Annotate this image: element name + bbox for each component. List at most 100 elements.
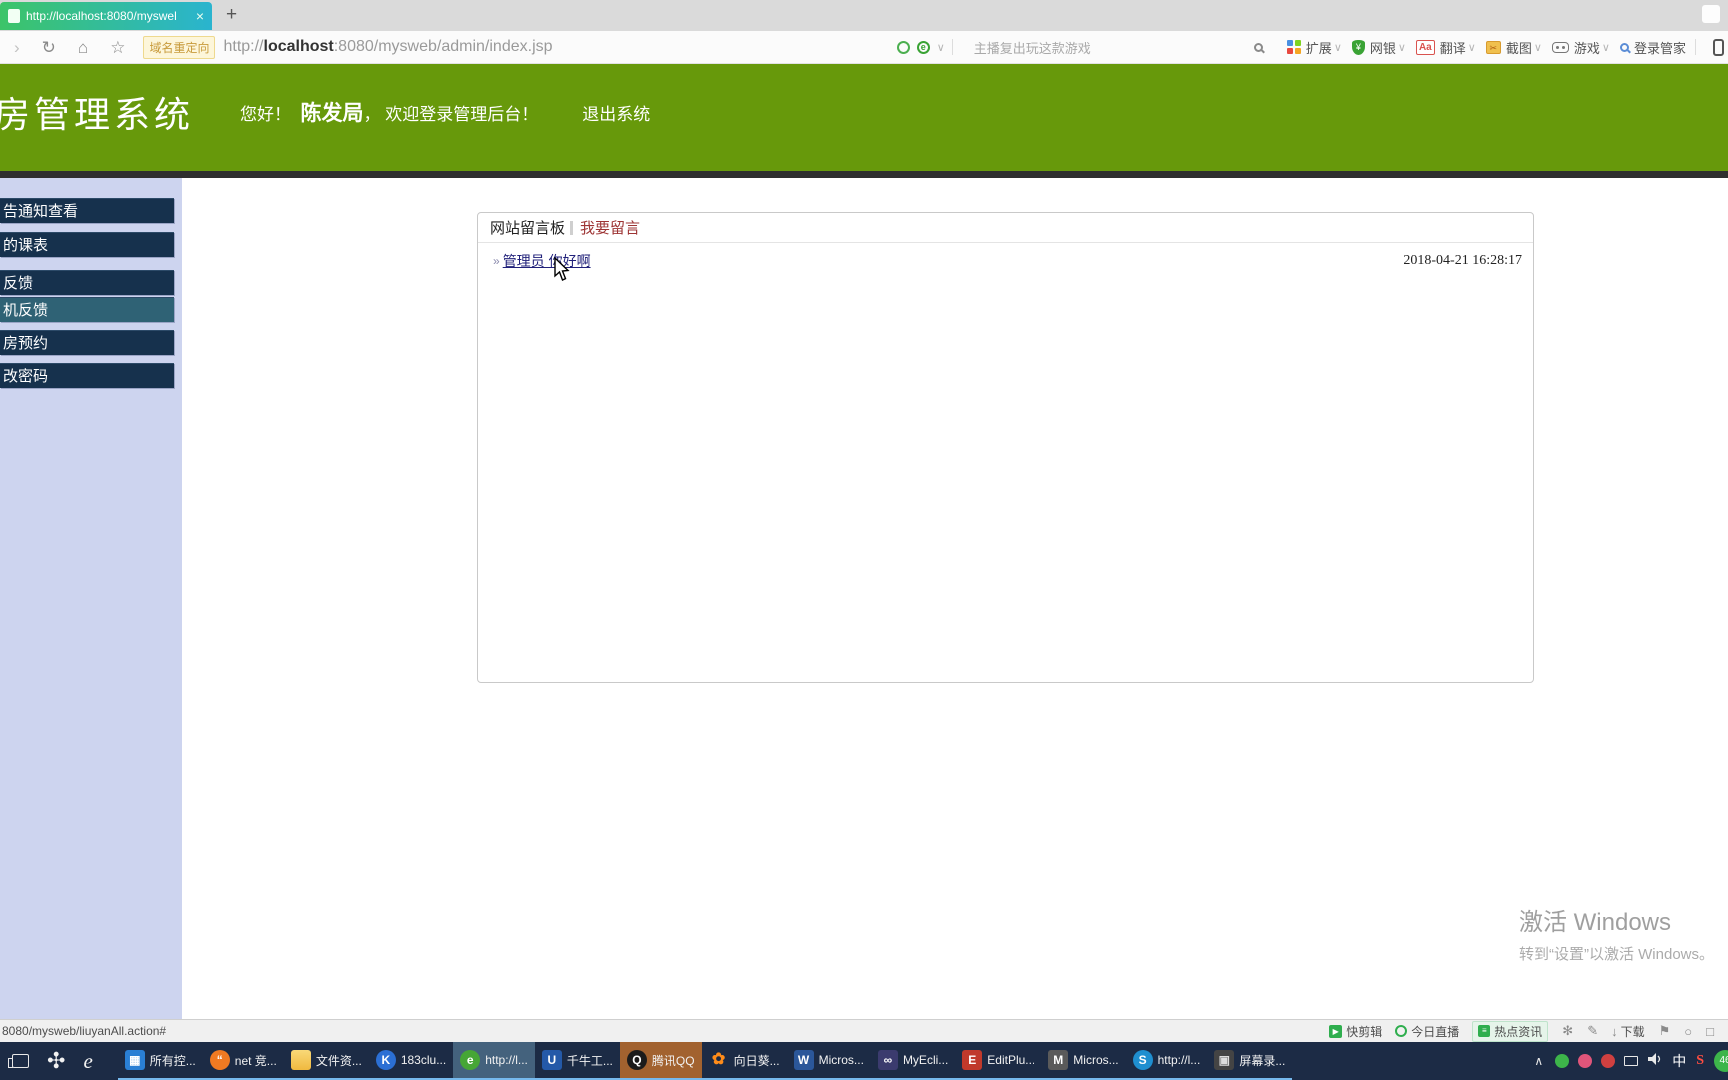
mode-chevron-icon[interactable]: ∨ <box>937 41 945 54</box>
app-icon: U <box>541 1050 562 1070</box>
task-view-button[interactable] <box>8 1054 29 1068</box>
taskbar-app-myeclipse[interactable]: ∞ MyEcli... <box>870 1042 956 1080</box>
greeting-suffix: ， 欢迎登录管理后台！ <box>363 105 539 124</box>
windows-activation-watermark: 激活 Windows 转到“设置”以激活 Windows。 <box>1519 902 1714 964</box>
editplus-icon: E <box>962 1050 983 1070</box>
sunflower-icon: ✿ <box>711 1051 726 1068</box>
translate-label: 翻译 <box>1439 40 1466 56</box>
browser-tab[interactable]: http://localhost:8080/myswel × <box>0 2 212 30</box>
sidebar-toggle-icon[interactable]: □ <box>1706 1024 1714 1039</box>
taskbar-app-qq[interactable]: Q 腾讯QQ <box>619 1042 702 1080</box>
domain-redirect-badge[interactable]: 域名重定向 <box>143 35 216 59</box>
bank-label: 网银 <box>1369 40 1396 56</box>
sidebar-item-machine-feedback[interactable]: 机反馈 <box>0 297 174 322</box>
pen-icon[interactable]: ✎ <box>1587 1023 1598 1039</box>
search-input[interactable]: 主播复出玩这款游戏 <box>974 38 1254 57</box>
taskbar-app-sunflower[interactable]: ✿ 向日葵... <box>701 1042 787 1080</box>
bookmark-star-icon[interactable]: ☆ <box>110 39 125 56</box>
taskbar-app-file-explorer[interactable]: 文件资... <box>283 1042 369 1080</box>
taskbar-app-control-panel[interactable]: ▦ 所有控... <box>117 1042 203 1080</box>
tray-volume-icon[interactable] <box>1648 1052 1662 1070</box>
download-icon: ↓ <box>1611 1023 1618 1039</box>
speedup-ball[interactable]: 46 <box>1714 1050 1728 1072</box>
chevron-down-icon[interactable]: ∨ <box>1602 41 1610 54</box>
chevron-down-icon[interactable]: ∨ <box>1468 41 1476 54</box>
folder-icon <box>290 1050 311 1070</box>
tray-green-icon[interactable] <box>1555 1054 1570 1068</box>
home-button[interactable]: ⌂ <box>78 39 88 56</box>
login-manager-button[interactable]: 登录管家 <box>1619 38 1688 57</box>
adblock-icon[interactable] <box>896 40 910 54</box>
taskbar-app-microsoft[interactable]: M Micros... <box>1041 1042 1126 1080</box>
fan-icon[interactable]: ✻ <box>1562 1023 1573 1039</box>
taskbar-app-browser2[interactable]: Shttp://l... <box>1125 1042 1208 1080</box>
username: 陈发局 <box>300 102 364 125</box>
taskbar-app-qianniu[interactable]: U 千牛工... <box>534 1042 620 1080</box>
tray-red-icon[interactable] <box>1601 1054 1616 1068</box>
sidebar-item-timetable[interactable]: 的课表 <box>0 232 174 257</box>
bullet-icon: » <box>493 254 500 268</box>
app-icon: ▦ <box>124 1050 145 1070</box>
360-browser-icon[interactable]: ✣ <box>47 1050 65 1072</box>
quick-edit-button[interactable]: ▶ 快剪辑 <box>1329 1023 1382 1040</box>
live-label: 今日直播 <box>1411 1024 1460 1039</box>
tabbar-corner-icon[interactable] <box>1702 5 1720 23</box>
divider <box>1695 39 1696 55</box>
taskbar-app-net[interactable]: “net 竞... <box>202 1042 284 1080</box>
translate-button[interactable]: Aa 翻译 ∨ <box>1415 38 1476 57</box>
games-button[interactable]: 游戏 ∨ <box>1551 38 1610 57</box>
hot-news-button[interactable]: ≡ 热点资讯 <box>1472 1020 1549 1042</box>
extensions-button[interactable]: 扩展 ∨ <box>1286 38 1342 57</box>
panel-header: 网站留言板 我要留言 <box>478 213 1533 243</box>
word-icon: W <box>793 1050 814 1070</box>
panel-title: 网站留言板 <box>490 220 566 237</box>
sidebar-item-room-booking[interactable]: 房预约 <box>0 330 174 355</box>
forward-button[interactable]: › <box>14 39 20 56</box>
ime-indicator[interactable]: 中 <box>1672 1051 1686 1071</box>
app-icon: S <box>1132 1050 1153 1070</box>
sidebar-item-feedback[interactable]: 反馈 <box>0 270 174 295</box>
sidebar-item-notices[interactable]: 告通知查看 <box>0 198 174 223</box>
screenshot-icon: ✂ <box>1485 40 1501 54</box>
chevron-down-icon[interactable]: ∨ <box>1534 41 1542 54</box>
greeting-prefix: 您好！ <box>240 105 292 124</box>
live-button[interactable]: 今日直播 <box>1395 1023 1459 1040</box>
divider <box>570 220 574 235</box>
tray-expand-icon[interactable]: ∧ <box>1534 1054 1543 1068</box>
internet-explorer-icon[interactable]: e <box>83 1050 92 1072</box>
taskbar-app-183club[interactable]: K 183clu... <box>368 1042 454 1080</box>
post-message-link[interactable]: 我要留言 <box>580 217 640 238</box>
address-bar[interactable]: http://localhost:8080/mysweb/admin/index… <box>223 38 552 56</box>
sidebar-item-change-password[interactable]: 改密码 <box>0 363 174 388</box>
tray-pink-icon[interactable] <box>1578 1054 1593 1068</box>
search-icon[interactable] <box>1253 42 1263 52</box>
chevron-down-icon[interactable]: ∨ <box>1398 41 1406 54</box>
hot-news-icon: ≡ <box>1478 1025 1491 1037</box>
taskbar-app-browser-active[interactable]: e http://l... <box>453 1042 535 1080</box>
taskbar-app-screen-recorder[interactable]: ▣ 屏幕录... <box>1207 1042 1293 1080</box>
extensions-label: 扩展 <box>1305 40 1332 56</box>
screenshot-button[interactable]: ✂ 截图 ∨ <box>1485 38 1542 57</box>
taskbar-app-word[interactable]: W Micros... <box>786 1042 871 1080</box>
phone-icon[interactable] <box>1713 38 1724 56</box>
bank-button[interactable]: ¥ 网银 ∨ <box>1351 38 1406 57</box>
message-link[interactable]: 管理员 你好啊 <box>503 251 591 271</box>
sogou-icon[interactable]: S <box>1696 1053 1704 1069</box>
extensions-grid-icon <box>1286 40 1301 54</box>
taskbar-app-editplus[interactable]: E EditPlu... <box>955 1042 1042 1080</box>
speed-mode-icon[interactable]: e <box>916 40 930 54</box>
new-tab-button[interactable]: + <box>226 4 237 26</box>
flag-icon[interactable]: ⚑ <box>1659 1023 1671 1039</box>
refresh-button[interactable]: ↻ <box>42 39 56 56</box>
circle-icon[interactable]: ○ <box>1684 1024 1692 1039</box>
download-button[interactable]: ↓ 下载 <box>1611 1023 1645 1040</box>
chevron-down-icon[interactable]: ∨ <box>1334 41 1342 54</box>
system-tray: ∧ 中 S 46 <box>1534 1042 1728 1080</box>
page-body: 告通知查看 的课表 反馈 机反馈 房预约 改密码 网站留言板 我要留言 » 管理… <box>0 178 1728 1019</box>
tab-close-icon[interactable]: × <box>196 8 204 24</box>
tray-display-icon[interactable] <box>1624 1056 1639 1066</box>
logout-link[interactable]: 退出系统 <box>582 100 650 125</box>
header-divider <box>0 171 1728 178</box>
message-timestamp: 2018-04-21 16:28:17 <box>1403 253 1522 268</box>
tab-title: http://localhost:8080/myswel <box>26 9 177 23</box>
